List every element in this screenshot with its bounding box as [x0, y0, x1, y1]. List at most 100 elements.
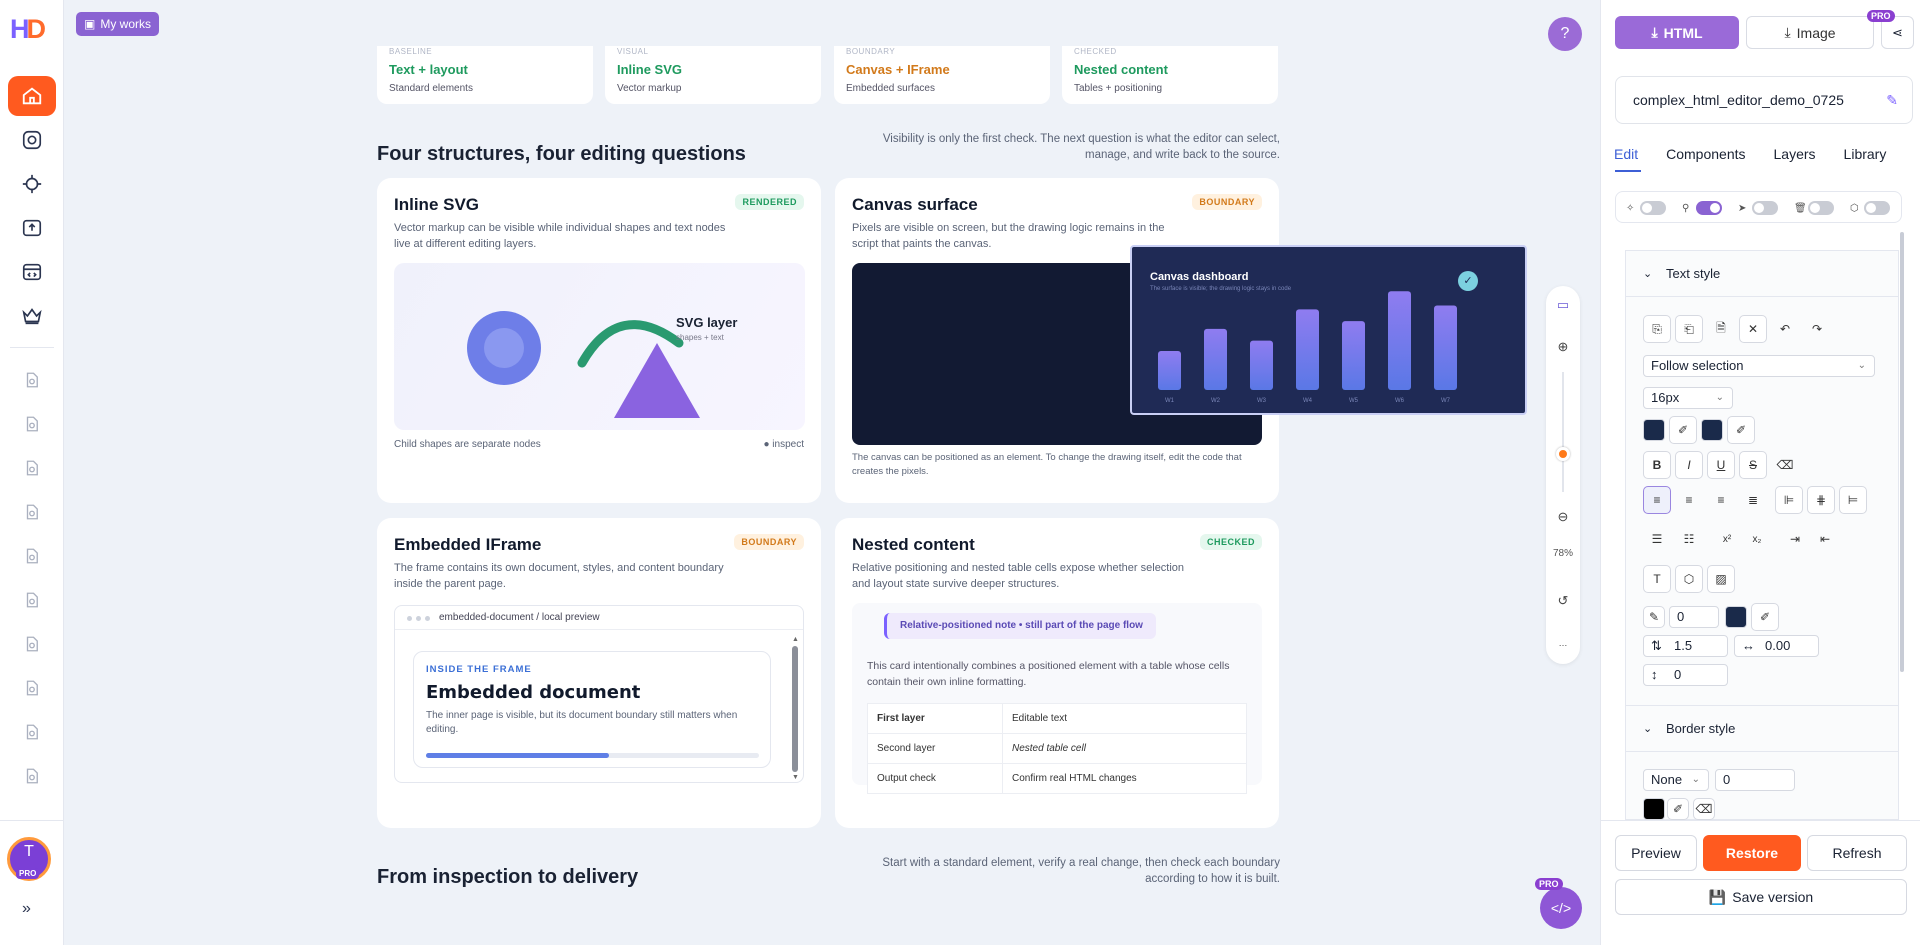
zoom-in-icon[interactable]: ⊕ — [1554, 338, 1572, 356]
history-file-icon[interactable] — [20, 676, 44, 700]
zoom-out-icon[interactable]: ⊖ — [1554, 508, 1572, 526]
embedded-frame[interactable]: embedded-document / local preview INSIDE… — [394, 605, 804, 783]
preview-button[interactable]: Preview — [1615, 835, 1697, 871]
delete-toggle[interactable]: 🗑 — [1794, 201, 1834, 215]
send-toggle[interactable]: ➤ — [1738, 201, 1778, 215]
toggle-switch[interactable] — [1640, 201, 1666, 215]
indent-icon[interactable]: ⇥ — [1781, 525, 1809, 553]
top-card[interactable]: BASELINE Text + layout Standard elements — [377, 46, 593, 104]
nested-card[interactable]: Nested content CHECKED Relative position… — [835, 518, 1279, 828]
history-file-icon[interactable] — [20, 456, 44, 480]
history-file-icon[interactable] — [20, 544, 44, 568]
toggle-switch[interactable] — [1752, 201, 1778, 215]
edit-pencil-icon[interactable]: ✎ — [1886, 77, 1898, 123]
image-icon[interactable]: ▨ — [1707, 565, 1735, 593]
text-color-swatch[interactable] — [1643, 419, 1665, 441]
crown-icon[interactable] — [8, 296, 56, 336]
canvas-dashboard[interactable]: Canvas dashboard The surface is visible;… — [1130, 245, 1527, 415]
background-color-swatch[interactable] — [1701, 419, 1723, 441]
line-height-input[interactable]: ⇅ 1.5 — [1643, 635, 1728, 657]
subscript-icon[interactable]: x₂ — [1743, 525, 1771, 553]
iframe-card[interactable]: Embedded IFrame BOUNDARY The frame conta… — [377, 518, 821, 828]
export-html-button[interactable]: ⤓ HTML — [1615, 16, 1739, 49]
font-size-select[interactable]: 16px ⌄ — [1643, 387, 1733, 409]
color-picker-icon[interactable]: ✐ — [1669, 416, 1697, 444]
table-row[interactable]: Second layer Nested table cell — [867, 733, 1247, 764]
pin-toggle[interactable]: ⚲ — [1682, 201, 1722, 215]
history-file-icon[interactable] — [20, 368, 44, 392]
my-works-button[interactable]: ▣ My works — [76, 12, 160, 36]
table-cell[interactable]: Output check — [867, 763, 1003, 794]
upload-icon[interactable] — [8, 208, 56, 248]
table-row[interactable]: First layer Editable text — [867, 703, 1247, 734]
top-card[interactable]: CHECKED Nested content Tables + positionin… — [1062, 46, 1278, 104]
border-color-swatch[interactable] — [1643, 798, 1665, 820]
align-center-icon[interactable]: ≡ — [1675, 486, 1703, 514]
home-icon[interactable] — [8, 76, 56, 116]
zoom-slider-handle[interactable] — [1556, 447, 1570, 461]
export-image-button[interactable]: ⤓ Image — [1746, 16, 1874, 49]
indent-input[interactable]: 0 — [1669, 606, 1719, 628]
border-width-input[interactable]: 0 — [1715, 769, 1795, 791]
decoration-color-swatch[interactable] — [1725, 606, 1747, 628]
inspect-label[interactable]: ● inspect — [763, 439, 804, 450]
restore-button[interactable]: Restore — [1703, 835, 1801, 871]
block-align-center-icon[interactable]: ⋕ — [1807, 486, 1835, 514]
letter-spacing-input[interactable]: ↔ 0.00 — [1734, 635, 1819, 657]
table-cell[interactable]: Second layer — [867, 733, 1003, 764]
edit-icon[interactable]: ✎ — [1643, 606, 1665, 628]
bold-icon[interactable]: B — [1643, 451, 1671, 479]
border-style-header[interactable]: ⌄ Border style — [1626, 706, 1898, 752]
toggle-switch[interactable] — [1808, 201, 1834, 215]
more-icon[interactable]: … — [1554, 634, 1572, 652]
code-view-button[interactable]: </> — [1540, 887, 1582, 929]
table-cell[interactable]: Confirm real HTML changes — [1002, 763, 1247, 794]
svg-triangle[interactable] — [614, 343, 700, 418]
tab-layers[interactable]: Layers — [1774, 146, 1816, 162]
scroll-thumb[interactable] — [792, 646, 798, 772]
paragraph-spacing-input[interactable]: ↕ 0 — [1643, 664, 1728, 686]
expand-icon[interactable]: » — [22, 900, 31, 918]
close-icon[interactable]: ✕ — [1739, 315, 1767, 343]
history-file-icon[interactable] — [20, 764, 44, 788]
history-file-icon[interactable] — [20, 500, 44, 524]
redo-icon[interactable]: ↷ — [1803, 315, 1831, 343]
svg-inner-circle[interactable] — [484, 328, 524, 368]
color-picker-icon[interactable]: ✐ — [1751, 603, 1779, 631]
paste-icon[interactable]: ⎗ — [1675, 315, 1703, 343]
app-logo[interactable]: HD — [10, 14, 56, 48]
color-picker-icon[interactable]: ✐ — [1727, 416, 1755, 444]
align-left-icon[interactable]: ≡ — [1643, 486, 1671, 514]
color-picker-icon[interactable]: ✐ — [1667, 798, 1689, 820]
sparkle-toggle[interactable]: ✧ — [1626, 201, 1666, 215]
toggle-switch[interactable] — [1864, 201, 1890, 215]
scroll-up-icon[interactable]: ▲ — [792, 636, 799, 644]
text-style-header[interactable]: ⌄ Text style — [1626, 251, 1898, 297]
block-align-right-icon[interactable]: ⊨ — [1839, 486, 1867, 514]
tab-edit[interactable]: Edit — [1614, 146, 1638, 162]
numbered-list-icon[interactable]: ☷ — [1675, 525, 1703, 553]
svg-preview[interactable]: SVG layer shapes + text — [394, 263, 805, 430]
positioned-note[interactable]: Relative-positioned note • still part of… — [884, 613, 1156, 639]
underline-icon[interactable]: U — [1707, 451, 1735, 479]
toggle-switch[interactable] — [1696, 201, 1722, 215]
frame-scrollbar[interactable]: ▲ ▼ — [792, 636, 799, 782]
nested-container[interactable]: Relative-positioned note • still part of… — [852, 603, 1262, 794]
strikethrough-icon[interactable]: S — [1739, 451, 1767, 479]
align-justify-icon[interactable]: ≣ — [1739, 486, 1767, 514]
history-file-icon[interactable] — [20, 720, 44, 744]
eraser-icon[interactable]: ⌫ — [1771, 451, 1799, 479]
save-version-button[interactable]: 💾 Save version — [1615, 879, 1907, 915]
document-icon[interactable]: 🗎 — [1707, 315, 1735, 343]
history-file-icon[interactable] — [20, 588, 44, 612]
nested-text[interactable]: This card intentionally combines a posit… — [867, 658, 1247, 690]
avatar[interactable]: T PRO — [7, 837, 51, 881]
undo-icon[interactable]: ↶ — [1771, 315, 1799, 343]
history-file-icon[interactable] — [20, 632, 44, 656]
tab-library[interactable]: Library — [1844, 146, 1887, 162]
copy-icon[interactable]: ⎘ — [1643, 315, 1671, 343]
cube-icon[interactable]: ⬡ — [1675, 565, 1703, 593]
zoom-track[interactable] — [1562, 372, 1564, 492]
cube-toggle[interactable]: ⬡ — [1850, 201, 1890, 215]
embedded-document[interactable]: INSIDE THE FRAME Embedded document The i… — [413, 651, 771, 768]
